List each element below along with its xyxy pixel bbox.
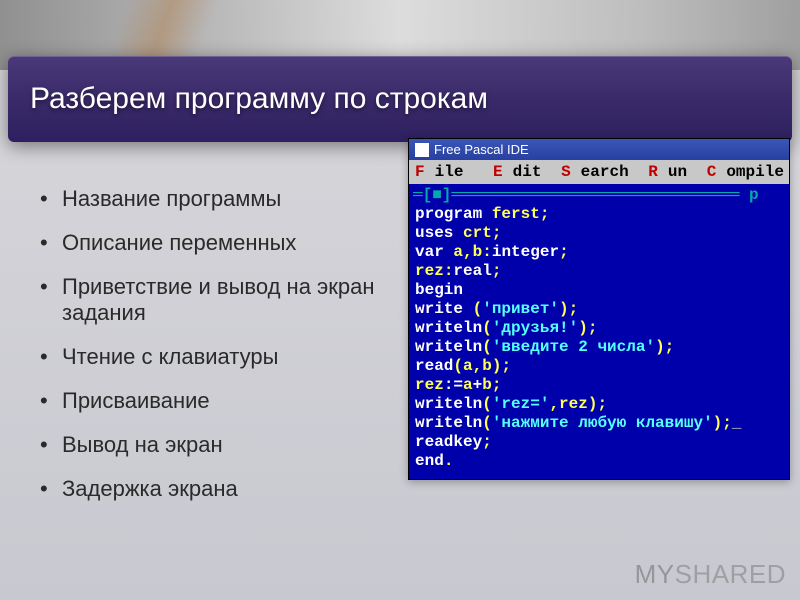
list-item: Чтение с клавиатуры [40,344,390,370]
bullet-list-pane: Название программы Описание переменных П… [0,168,400,600]
slide-title-bar: Разберем программу по строкам [8,56,792,142]
list-item: Присваивание [40,388,390,414]
code-line-13: readkey; [409,433,789,452]
code-line-12: writeln('нажмите любую клавишу');_ [409,414,789,433]
code-line-6: write ('привет'); [409,300,789,319]
list-item: Название программы [40,186,390,212]
code-line-8: writeln('введите 2 числа'); [409,338,789,357]
code-line-9: read(a,b); [409,357,789,376]
list-item: Задержка экрана [40,476,390,502]
code-line-10: rez:=a+b; [409,376,789,395]
menu-compile[interactable]: Compile [707,163,784,181]
code-line-5: begin [409,281,789,300]
menu-run[interactable]: Run [648,163,687,181]
code-line-4: rez:real; [409,262,789,281]
list-item: Описание переменных [40,230,390,256]
menu-file[interactable]: File [415,163,473,181]
code-line-3: var a,b:integer; [409,243,789,262]
code-line-14: end. [409,452,789,471]
menu-edit[interactable]: Edit [493,163,541,181]
ide-editor[interactable]: ═[■]══════════════════════════════ p pro… [409,184,789,479]
code-pane: Free Pascal IDE File Edit Search Run Com… [400,168,800,600]
watermark: MYSHARED [635,559,786,590]
text-cursor: _ [732,414,742,432]
ide-window: Free Pascal IDE File Edit Search Run Com… [408,138,790,480]
window-title-text: Free Pascal IDE [434,142,529,157]
menu-search[interactable]: Search [561,163,629,181]
app-icon [415,143,429,157]
code-line-7: writeln('друзья!'); [409,319,789,338]
code-line-11: writeln('rez=',rez); [409,395,789,414]
ide-menubar: File Edit Search Run Compile D [409,160,789,184]
bullet-list: Название программы Описание переменных П… [40,186,390,502]
slide-content: Название программы Описание переменных П… [0,168,800,600]
list-item: Приветствие и вывод на экран задания [40,274,390,326]
code-line-2: uses crt; [409,224,789,243]
list-item: Вывод на экран [40,432,390,458]
frame-top: ═[■]══════════════════════════════ p [409,186,789,205]
ide-titlebar: Free Pascal IDE [409,139,789,160]
slide-title: Разберем программу по строкам [30,82,488,116]
code-line-1: program ferst; [409,205,789,224]
